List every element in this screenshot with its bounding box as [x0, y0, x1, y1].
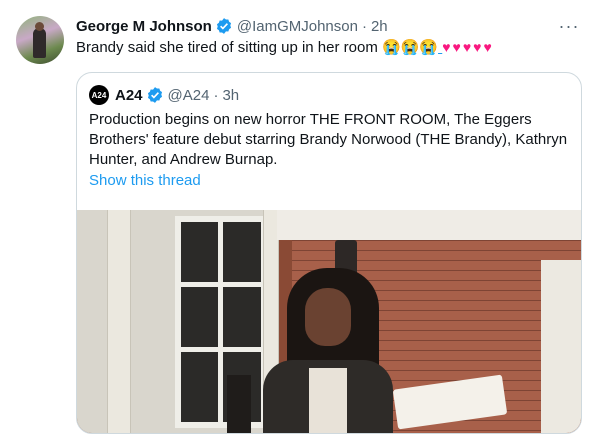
- photo-porch-column: [107, 210, 131, 433]
- quoted-tweet-text: Production begins on new horror THE FRON…: [89, 111, 568, 168]
- tweet-text: Brandy said she tired of sitting up in h…: [76, 37, 494, 58]
- crying-face-icon: 😭: [400, 39, 420, 56]
- quoted-tweet-header: A24 A24 @A24 · 3h: [89, 85, 239, 105]
- photo-person-face: [305, 288, 351, 346]
- tweet-timestamp[interactable]: 2h: [371, 18, 388, 35]
- show-thread-link[interactable]: Show this thread: [89, 172, 201, 189]
- heart-icon: ♥: [442, 39, 453, 55]
- verified-badge-icon: [147, 87, 162, 103]
- quoted-author-handle[interactable]: @A24: [168, 87, 210, 104]
- a24-avatar[interactable]: A24: [89, 85, 109, 105]
- crying-face-icon: 😭: [419, 39, 439, 56]
- avatar-head: [35, 22, 44, 31]
- tweet-header: George M Johnson @IamGMJohnson · 2h: [76, 15, 388, 37]
- crying-emoji-group: 😭😭😭: [382, 39, 442, 56]
- photo-person-shirt: [309, 368, 347, 433]
- quoted-tweet-photo[interactable]: [77, 210, 581, 433]
- quoted-timestamp[interactable]: 3h: [222, 87, 239, 104]
- verified-badge-icon: [216, 18, 231, 34]
- photo-porch-roof: [277, 210, 581, 240]
- heart-icon: ♥: [462, 39, 474, 55]
- quoted-tweet[interactable]: A24 A24 @A24 · 3h Production begins on n…: [76, 72, 582, 434]
- heart-icon: ♥: [473, 39, 484, 55]
- tweet-body: Brandy said she tired of sitting up in h…: [76, 39, 378, 56]
- more-options-icon[interactable]: ···: [557, 14, 581, 38]
- crying-face-icon: 😭: [382, 39, 401, 56]
- author-handle[interactable]: @IamGMJohnson: [237, 18, 358, 35]
- photo-chair: [227, 375, 251, 433]
- tweet[interactable]: George M Johnson @IamGMJohnson · 2h ··· …: [0, 0, 601, 434]
- heart-icon: ♥: [452, 39, 463, 55]
- photo-window: [175, 216, 267, 428]
- quoted-header-separator: ·: [213, 86, 219, 104]
- photo-right-window: [541, 260, 581, 433]
- header-separator: ·: [361, 17, 367, 35]
- author-avatar[interactable]: [16, 16, 64, 64]
- heart-emoji-group: ♥♥♥♥♥: [442, 39, 494, 55]
- avatar-figure: [33, 28, 46, 58]
- heart-icon: ♥: [483, 39, 494, 55]
- author-name[interactable]: George M Johnson: [76, 18, 212, 35]
- quoted-author-name[interactable]: A24: [115, 87, 143, 104]
